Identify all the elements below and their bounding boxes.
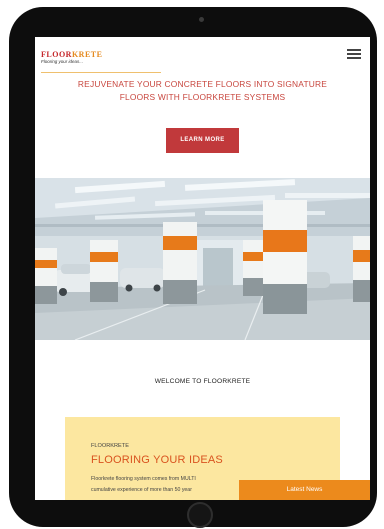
logo-wordmark: FLOORKRETE <box>41 50 103 59</box>
card-title: FLOORING YOUR IDEAS <box>91 454 223 466</box>
parking-garage-illustration <box>35 178 370 340</box>
parking-garage-image <box>35 178 370 340</box>
front-camera <box>199 17 204 22</box>
welcome-heading: WELCOME TO FLOORKRETE <box>154 378 251 385</box>
home-button[interactable] <box>187 502 213 528</box>
hero-headline: REJUVENATE YOUR CONCRETE FLOORS INTO SIG… <box>35 78 370 104</box>
learn-more-button[interactable]: LEARN MORE <box>166 128 239 153</box>
header-divider <box>41 72 161 73</box>
card-kicker: FLOORKRETE <box>91 443 129 449</box>
hero-headline-line2: FLOORS WITH FLOORKRETE SYSTEMS <box>119 92 286 102</box>
hamburger-menu-icon[interactable] <box>347 49 361 59</box>
hero-headline-line1: REJUVENATE YOUR CONCRETE FLOORS INTO SIG… <box>77 79 328 89</box>
logo-tagline: Flooring your ideas... <box>41 59 84 64</box>
latest-news-tab[interactable]: Latest News <box>239 480 370 500</box>
website-screen: FLOORKRETE Flooring your ideas... REJUVE… <box>35 37 370 500</box>
